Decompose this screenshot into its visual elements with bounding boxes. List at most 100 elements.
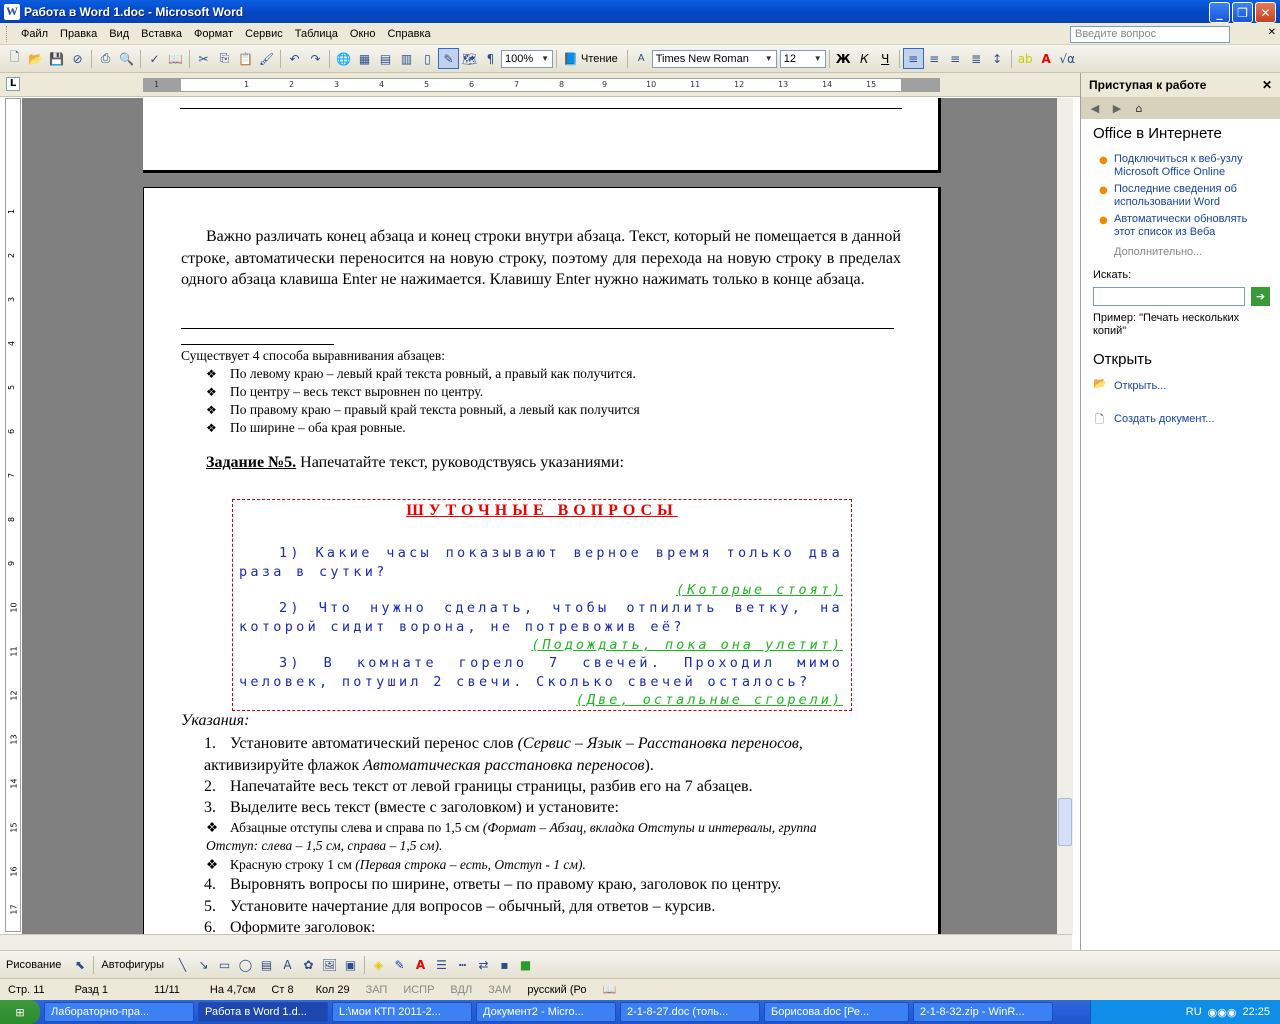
tables-borders-icon[interactable]: ▦ — [354, 48, 375, 69]
permission-icon[interactable]: ⊘ — [67, 48, 88, 69]
instruction-3[interactable]: 3. Выделите весь текст (вместе с заголовк… — [204, 797, 619, 819]
ask-question-input[interactable]: Введите вопрос — [1070, 26, 1230, 43]
drawing-icon[interactable]: ✎ — [438, 48, 459, 69]
read-icon[interactable]: 📘 — [560, 48, 581, 69]
cut-icon[interactable]: ✂ — [193, 48, 214, 69]
styles-icon[interactable]: A — [631, 48, 652, 69]
italic-icon[interactable]: К — [854, 48, 875, 69]
menu-tools[interactable]: Сервис — [239, 28, 289, 40]
start-button[interactable]: ⊞ — [0, 1000, 40, 1024]
undo-icon[interactable]: ↶ — [284, 48, 305, 69]
status-rec[interactable]: ЗАП — [358, 984, 396, 996]
more-link[interactable]: Дополнительно... — [1114, 246, 1202, 258]
forward-icon[interactable]: ▶ — [1109, 100, 1125, 116]
research-icon[interactable]: 📖 — [165, 48, 186, 69]
doc-close-icon[interactable]: ✕ — [1268, 27, 1276, 38]
vertical-scrollbar[interactable] — [1057, 98, 1073, 934]
line-style-icon[interactable]: ☰ — [431, 954, 452, 975]
instruction-1[interactable]: 1. Установите автоматический перенос слов… — [204, 733, 844, 776]
bold-icon[interactable]: Ж — [833, 48, 854, 69]
taskbar-item[interactable]: Лабораторно-пра... — [44, 1002, 194, 1022]
link-latest-info[interactable]: Последние сведения об использовании Word — [1114, 183, 1264, 209]
picture-icon[interactable]: ▣ — [340, 954, 361, 975]
vertical-ruler[interactable]: 1 2 3 4 5 6 7 8 9 10 11 12 13 14 15 16 1… — [5, 98, 21, 932]
menu-format[interactable]: Формат — [188, 28, 239, 40]
insert-table-icon[interactable]: ▤ — [375, 48, 396, 69]
autoshapes-menu[interactable]: Автофигуры — [101, 959, 164, 971]
taskbar-item[interactable]: Документ2 - Micro... — [476, 1002, 616, 1022]
sub-item[interactable]: ❖ Красную строку 1 см (Первая строка – ес… — [206, 856, 586, 874]
maximize-button[interactable]: ❐ — [1232, 2, 1253, 23]
arrow-style-icon[interactable]: ⇄ — [473, 954, 494, 975]
textbox-icon[interactable]: ▤ — [256, 954, 277, 975]
font-combo[interactable]: Times New Roman ▼ — [651, 49, 777, 68]
close-button[interactable]: ✕ — [1255, 2, 1276, 23]
fill-color-icon[interactable]: ◈ — [368, 954, 389, 975]
align-right-icon[interactable]: ≡ — [945, 48, 966, 69]
menu-help[interactable]: Справка — [381, 28, 436, 40]
menu-edit[interactable]: Правка — [54, 28, 103, 40]
list-item[interactable]: ❖ По центру – весь текст выровнен по цент… — [206, 383, 483, 402]
paste-icon[interactable]: 📋 — [235, 48, 256, 69]
minimize-button[interactable]: _ — [1209, 2, 1230, 23]
instruction-6[interactable]: 6. Оформите заголовок: — [204, 917, 375, 934]
menu-insert[interactable]: Вставка — [135, 28, 188, 40]
arrow-icon[interactable]: ↘ — [193, 954, 214, 975]
home-icon[interactable]: ⌂ — [1131, 100, 1147, 116]
language-indicator[interactable]: RU — [1186, 1006, 1202, 1018]
close-icon[interactable]: ✕ — [1262, 78, 1272, 92]
oval-icon[interactable]: ◯ — [235, 954, 256, 975]
menu-view[interactable]: Вид — [103, 28, 135, 40]
document-map-icon[interactable]: 🗺 — [459, 48, 480, 69]
menu-table[interactable]: Таблица — [289, 28, 344, 40]
instruction-5[interactable]: 5. Установите начертание для вопросов – о… — [204, 896, 715, 918]
zoom-combo[interactable]: 100% ▼ — [501, 49, 553, 68]
document-area[interactable]: Важно различать конец абзаца и конец стр… — [22, 98, 1057, 934]
wordart-icon[interactable]: A — [277, 954, 298, 975]
taskbar-item[interactable]: 2-1-8-27.doc (толь... — [620, 1002, 760, 1022]
shadow-icon[interactable]: ▪ — [494, 954, 515, 975]
link-auto-update[interactable]: Автоматически обновлять этот список из В… — [1114, 213, 1264, 239]
joke-box[interactable]: ШУТОЧНЫЕ ВОПРОСЫ 1) Какие часы показываю… — [232, 499, 852, 711]
horizontal-ruler[interactable]: L 1 1 2 3 4 5 6 7 8 9 10 11 12 13 14 15 — [0, 73, 1080, 97]
rectangle-icon[interactable]: ▭ — [214, 954, 235, 975]
show-hide-icon[interactable]: ¶ — [480, 48, 501, 69]
line-spacing-icon[interactable]: ↕ — [987, 48, 1008, 69]
scroll-thumb[interactable] — [1058, 798, 1072, 846]
task-heading[interactable]: Задание №5. Напечатайте текст, руководст… — [206, 454, 624, 472]
sub-item[interactable]: ❖ Абзацные отступы слева и справа по 1,5 … — [206, 819, 866, 855]
3d-icon[interactable]: ■ — [515, 954, 536, 975]
status-overtype[interactable]: ЗАМ — [480, 984, 519, 996]
save-icon[interactable]: 💾 — [46, 48, 67, 69]
open-icon[interactable]: 📂 — [25, 48, 46, 69]
line-color-icon[interactable]: ✎ — [389, 954, 410, 975]
taskbar-item-active[interactable]: Работа в Word 1.d... — [198, 1002, 328, 1022]
list-item[interactable]: ❖ По ширине – оба края ровные. — [206, 419, 406, 438]
back-icon[interactable]: ◀ — [1087, 100, 1103, 116]
justify-icon[interactable]: ≣ — [966, 48, 987, 69]
current-page[interactable]: Важно различать конец абзаца и конец стр… — [143, 187, 941, 934]
task-pane-title[interactable]: Приступая к работе — [1089, 78, 1206, 92]
line-icon[interactable]: ╲ — [172, 954, 193, 975]
columns-icon[interactable]: ▯ — [417, 48, 438, 69]
spelling-status-icon[interactable]: 📖 — [595, 983, 625, 996]
clock[interactable]: 22:25 — [1242, 1006, 1270, 1018]
horizontal-scrollbar[interactable] — [0, 934, 1072, 950]
font-color-draw-icon[interactable]: A — [410, 954, 431, 975]
equation-icon[interactable]: √α — [1057, 48, 1078, 69]
create-doc-link[interactable]: Создать документ... — [1114, 413, 1264, 426]
preview-icon[interactable]: 🔍 — [116, 48, 137, 69]
print-icon[interactable]: ⎙ — [95, 48, 116, 69]
read-button[interactable]: Чтение — [581, 53, 618, 65]
paragraph[interactable]: Важно различать конец абзаца и конец стр… — [181, 226, 901, 291]
taskbar-item[interactable]: Борисова.doc [Ре... — [764, 1002, 909, 1022]
redo-icon[interactable]: ↷ — [305, 48, 326, 69]
font-color-icon[interactable]: A — [1036, 48, 1057, 69]
spelling-icon[interactable]: ✓ — [144, 48, 165, 69]
alignment-intro[interactable]: Существует 4 способа выравнивания абзаце… — [181, 347, 445, 366]
copy-icon[interactable]: ⎘ — [214, 48, 235, 69]
align-center-icon[interactable]: ≡ — [924, 48, 945, 69]
select-objects-icon[interactable]: ⬉ — [69, 954, 90, 975]
dash-style-icon[interactable]: ┅ — [452, 954, 473, 975]
highlight-icon[interactable]: ab — [1015, 48, 1036, 69]
